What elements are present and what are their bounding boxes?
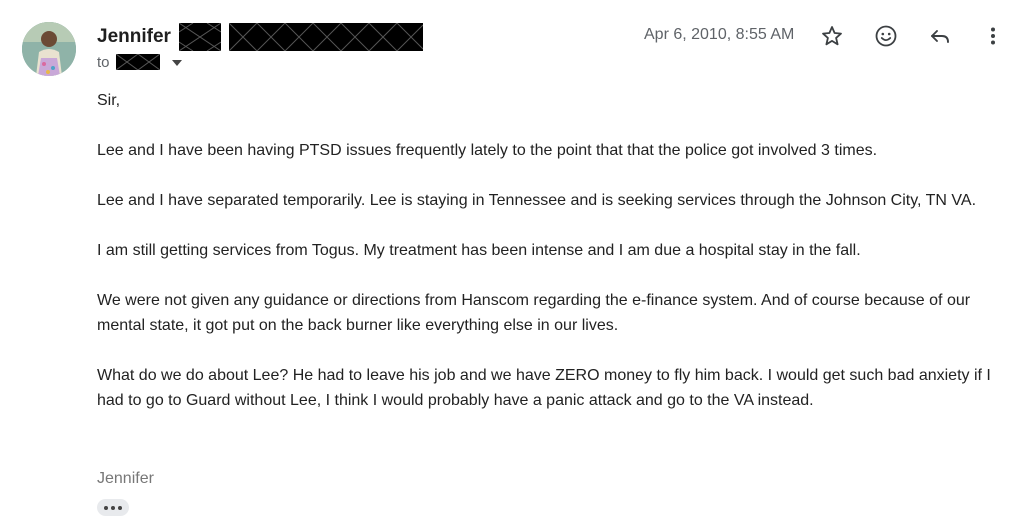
ellipsis-dot-icon xyxy=(111,505,115,510)
sender-avatar[interactable] xyxy=(22,22,76,76)
redaction-cross-icon xyxy=(228,23,423,51)
redacted-email-box xyxy=(228,23,423,51)
more-vert-icon xyxy=(991,27,995,45)
sender-row: Jennifer xyxy=(97,22,423,52)
body-paragraph: What do we do about Lee? He had to leave… xyxy=(97,367,991,409)
add-reaction-button[interactable] xyxy=(872,22,900,50)
more-options-button[interactable] xyxy=(979,22,1007,50)
body-paragraph: I am still getting services from Togus. … xyxy=(97,242,861,259)
reply-button[interactable] xyxy=(926,22,954,50)
to-label: to xyxy=(97,53,110,71)
recipient-row: to xyxy=(97,52,182,72)
sender-name[interactable]: Jennifer xyxy=(97,26,171,48)
message-date: Apr 6, 2010, 8:55 AM xyxy=(644,26,795,43)
ellipsis-dot-icon xyxy=(104,505,108,510)
redaction-cross-icon xyxy=(115,54,160,70)
body-paragraph: Lee and I have been having PTSD issues f… xyxy=(97,142,878,159)
show-trimmed-content-button[interactable] xyxy=(97,499,129,516)
body-paragraph: We were not given any guidance or direct… xyxy=(97,292,971,334)
greeting: Sir, xyxy=(97,92,121,109)
reply-icon xyxy=(931,30,949,43)
star-icon xyxy=(822,26,842,46)
signature: Jennifer xyxy=(97,470,154,487)
redacted-recipient-box xyxy=(115,54,160,70)
emoji-icon xyxy=(875,25,897,47)
redaction-cross-icon xyxy=(178,23,221,51)
show-details-chevron-down-icon[interactable] xyxy=(171,60,182,66)
star-button[interactable] xyxy=(818,22,846,50)
redacted-surname-box xyxy=(178,23,221,51)
message-body: Sir, Lee and I have been having PTSD iss… xyxy=(97,88,1009,413)
body-paragraph: Lee and I have separated temporarily. Le… xyxy=(97,192,977,209)
ellipsis-dot-icon xyxy=(118,505,122,510)
